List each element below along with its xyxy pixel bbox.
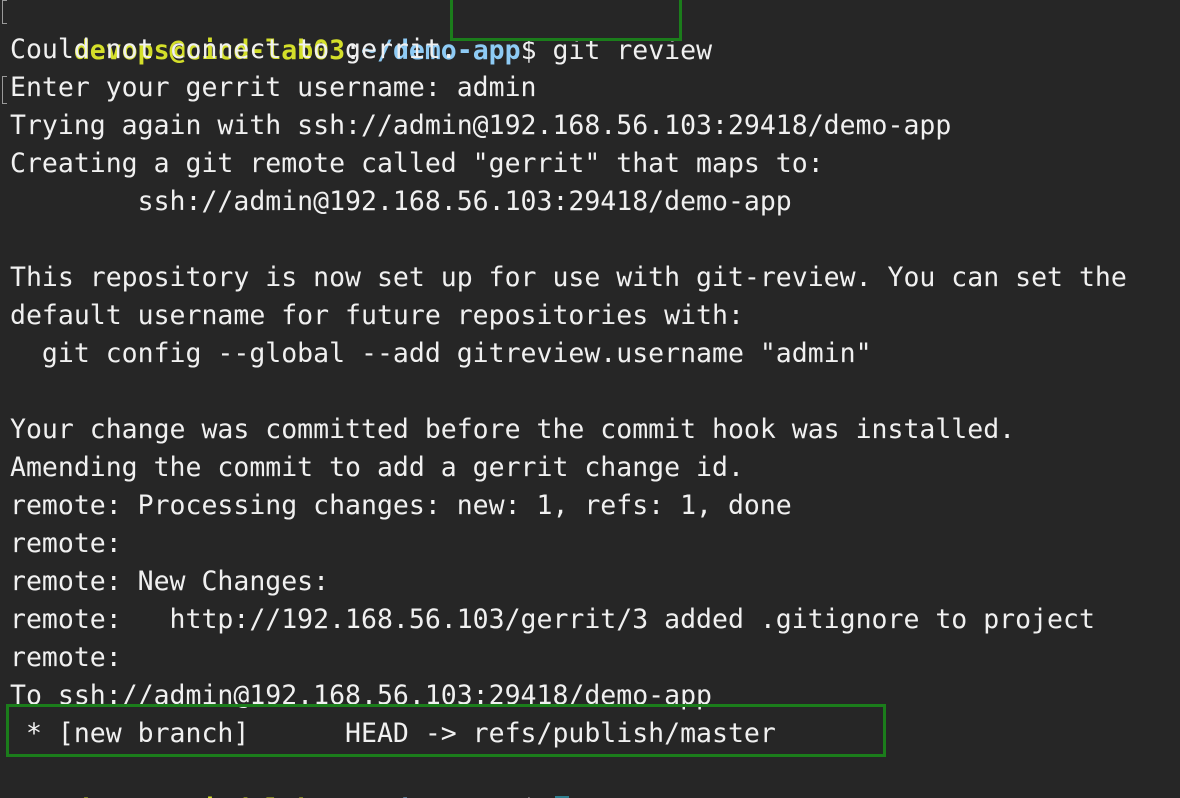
output-line: git config --global --add gitreview.user… bbox=[10, 338, 872, 369]
command-highlight-box bbox=[450, 0, 682, 41]
output-line: ssh://admin@192.168.56.103:29418/demo-ap… bbox=[10, 186, 792, 217]
output-line: Trying again with ssh://admin@192.168.56… bbox=[10, 110, 952, 141]
mark-bracket bbox=[2, 76, 7, 104]
output-line: Amending the commit to add a gerrit chan… bbox=[10, 452, 744, 483]
output-line: Could not connect to gerrit. bbox=[10, 34, 457, 65]
prompt-separator: : bbox=[345, 794, 361, 798]
output-line: Enter your gerrit username: admin bbox=[10, 72, 537, 103]
result-highlight-box bbox=[6, 704, 886, 757]
output-line: Your change was committed before the com… bbox=[10, 414, 1016, 445]
prompt-symbol: $ bbox=[521, 794, 537, 798]
output-line: remote: bbox=[10, 528, 122, 559]
prompt-user-host: devops@cicd-lab03 bbox=[74, 794, 345, 798]
active-prompt-line[interactable]: devops@cicd-lab03:~/demo-app$ bbox=[10, 753, 569, 798]
terminal-window[interactable]: devops@cicd-lab03:~/demo-app$ git review… bbox=[0, 0, 1180, 798]
output-line: remote: Processing changes: new: 1, refs… bbox=[10, 490, 792, 521]
prompt-path: ~/demo-app bbox=[361, 794, 521, 798]
output-line: default username for future repositories… bbox=[10, 300, 744, 331]
output-line: remote: New Changes: bbox=[10, 566, 330, 597]
mark-bracket bbox=[2, 0, 7, 24]
output-line: This repository is now set up for use wi… bbox=[10, 262, 1127, 293]
output-line: remote: bbox=[10, 642, 122, 673]
output-line: remote: http://192.168.56.103/gerrit/3 a… bbox=[10, 604, 1095, 635]
output-line: Creating a git remote called "gerrit" th… bbox=[10, 148, 824, 179]
